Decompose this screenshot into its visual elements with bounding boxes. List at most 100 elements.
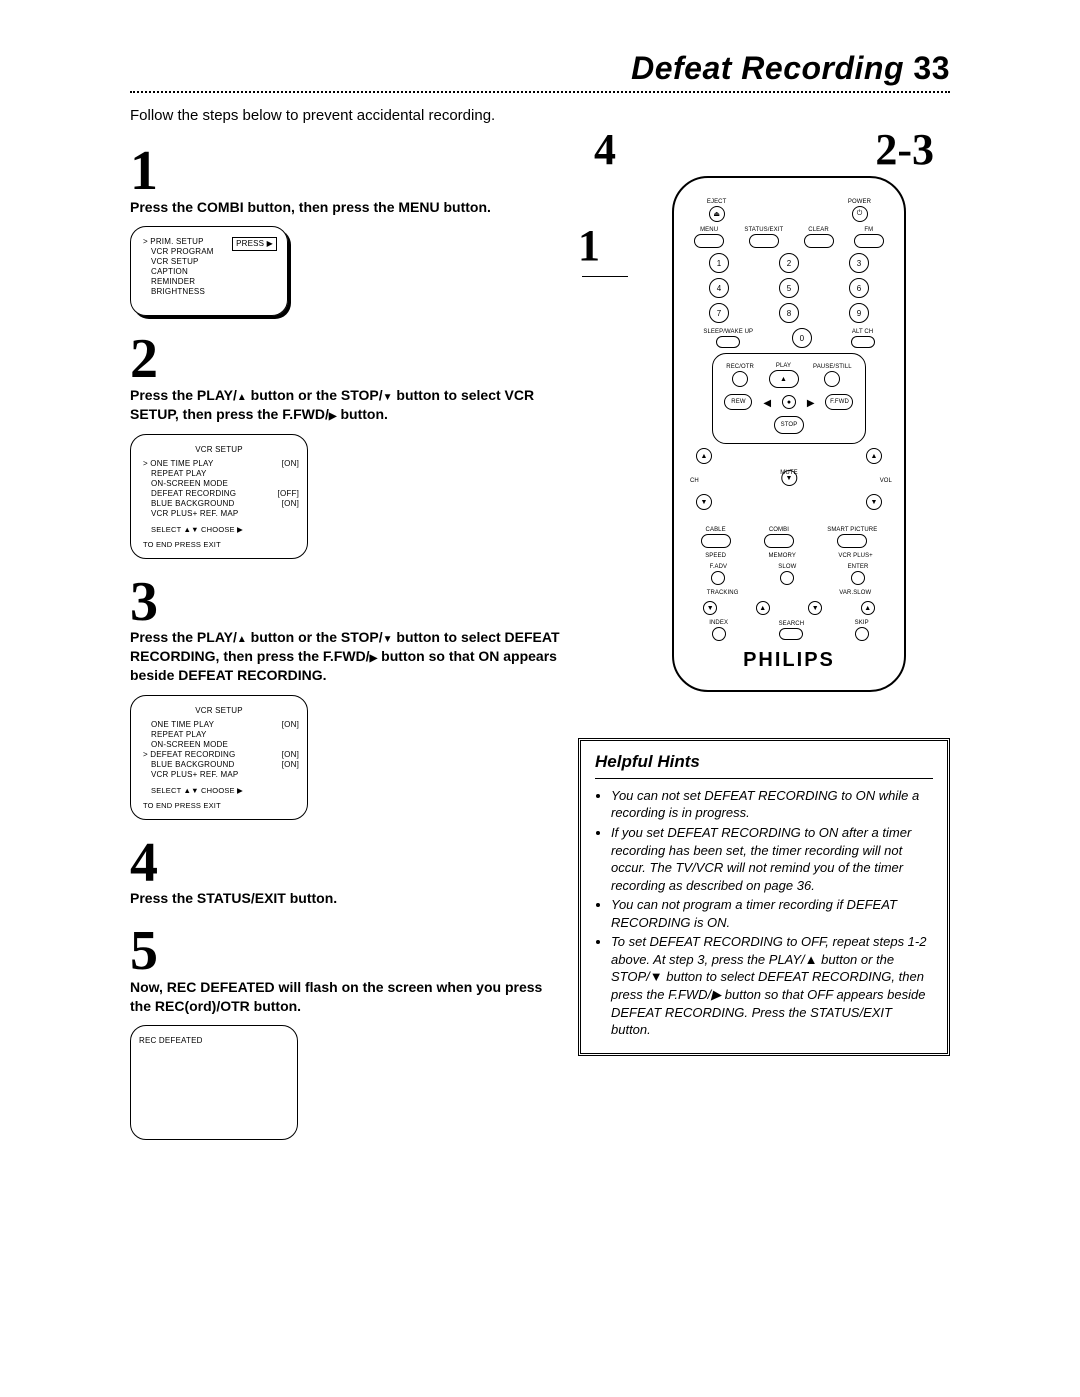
r: ONE TIME PLAY xyxy=(139,720,214,730)
step-2-number: 2 xyxy=(130,336,560,384)
t: Press the PLAY/ xyxy=(130,387,237,403)
power-button[interactable]: ⏻ xyxy=(852,206,868,222)
hint-item: You can not program a timer recording if… xyxy=(611,896,933,931)
r: BLUE BACKGROUND xyxy=(139,499,234,509)
step-2-text: Press the PLAY/ button or the STOP/ butt… xyxy=(130,386,560,424)
tracking-up-button[interactable]: ▲ xyxy=(756,601,770,615)
stop-button[interactable]: STOP xyxy=(774,416,804,434)
step-5-number: 5 xyxy=(130,928,560,976)
r: DEFEAT RECORDING xyxy=(150,750,235,759)
fm-button[interactable] xyxy=(854,234,884,248)
varslow-up-button[interactable]: ▲ xyxy=(861,601,875,615)
index-button[interactable] xyxy=(712,627,726,641)
center-dot: ● xyxy=(782,395,796,409)
header-rule xyxy=(130,91,950,93)
search-button[interactable] xyxy=(779,628,803,640)
callout-row-top: 4 2-3 xyxy=(594,128,934,172)
step-3-number: 3 xyxy=(130,579,560,627)
skip-label: SKIP xyxy=(855,620,869,626)
step-2-screen: VCR SETUP > ONE TIME PLAY[ON] REPEAT PLA… xyxy=(130,434,308,559)
rec-button[interactable] xyxy=(732,371,748,387)
ch-label: CH xyxy=(690,478,699,484)
callout-1: 1 xyxy=(578,224,600,268)
slow-label: SLOW xyxy=(778,564,796,570)
num-9-button[interactable]: 9 xyxy=(849,303,869,323)
num-2-button[interactable]: 2 xyxy=(779,253,799,273)
transport-group: REC/OTR PLAY▲ PAUSE/STILL REW ● F.FWD xyxy=(712,353,866,444)
r: VCR PLUS+ REF. MAP xyxy=(139,509,238,519)
v: [ON] xyxy=(282,750,299,760)
r: VCR PLUS+ REF. MAP xyxy=(139,770,238,780)
menu-button[interactable] xyxy=(694,234,724,248)
enter-label: ENTER xyxy=(848,564,869,570)
v: [ON] xyxy=(282,499,299,509)
r: REPEAT PLAY xyxy=(139,469,207,479)
r: ON-SCREEN MODE xyxy=(139,479,228,489)
num-5-button[interactable]: 5 xyxy=(779,278,799,298)
clear-button[interactable] xyxy=(804,234,834,248)
vol-down-button[interactable]: ▼ xyxy=(866,494,882,510)
page-title: Defeat Recording xyxy=(631,50,904,86)
r: ON-SCREEN MODE xyxy=(139,740,228,750)
num-1-button[interactable]: 1 xyxy=(709,253,729,273)
skip-button[interactable] xyxy=(855,627,869,641)
num-8-button[interactable]: 8 xyxy=(779,303,799,323)
r: ONE TIME PLAY xyxy=(150,459,213,468)
smart-button[interactable] xyxy=(837,534,867,548)
vol-up-button[interactable]: ▲ xyxy=(866,448,882,464)
v: [ON] xyxy=(282,459,299,469)
speed-label: SPEED xyxy=(705,553,726,559)
num-3-button[interactable]: 3 xyxy=(849,253,869,273)
rew-button[interactable]: REW xyxy=(724,394,752,410)
enter-button[interactable] xyxy=(851,571,865,585)
combi-button[interactable] xyxy=(764,534,794,548)
step-1-text: Press the COMBI button, then press the M… xyxy=(130,198,560,217)
step-3-screen: VCR SETUP ONE TIME PLAY[ON] REPEAT PLAY … xyxy=(130,695,308,820)
eject-button[interactable]: ⏏ xyxy=(709,206,725,222)
down-triangle-icon xyxy=(383,629,393,645)
varslow-down-button[interactable]: ▼ xyxy=(808,601,822,615)
r: REPEAT PLAY xyxy=(139,730,207,740)
callout-side: 1 xyxy=(578,174,628,286)
screen-foot: TO END PRESS EXIT xyxy=(139,801,299,810)
tracking-down-button[interactable]: ▼ xyxy=(703,601,717,615)
num-6-button[interactable]: 6 xyxy=(849,278,869,298)
cable-button[interactable] xyxy=(701,534,731,548)
sleep-button[interactable] xyxy=(716,336,740,348)
ch-up-button[interactable]: ▲ xyxy=(696,448,712,464)
intro-text: Follow the steps below to prevent accide… xyxy=(130,107,950,124)
step-5-text: Now, REC DEFEATED will flash on the scre… xyxy=(130,978,560,1016)
num-7-button[interactable]: 7 xyxy=(709,303,729,323)
step-4-text: Press the STATUS/EXIT button. xyxy=(130,889,560,908)
ch-down-button[interactable]: ▼ xyxy=(696,494,712,510)
hint-item: To set DEFEAT RECORDING to OFF, repeat s… xyxy=(611,933,933,1038)
hints-list: You can not set DEFEAT RECORDING to ON w… xyxy=(595,787,933,1039)
ffwd-label: F.FWD xyxy=(830,399,849,405)
altch-button[interactable] xyxy=(851,336,875,348)
combi-label: COMBI xyxy=(769,527,789,533)
v: [OFF] xyxy=(278,489,299,499)
leader-line-icon xyxy=(582,276,628,277)
smart-label: SMART PICTURE xyxy=(827,527,877,533)
screen-title: VCR SETUP xyxy=(139,445,299,455)
search-label: SEARCH xyxy=(779,621,805,627)
status-exit-button[interactable] xyxy=(749,234,779,248)
ffwd-button[interactable]: F.FWD xyxy=(825,394,853,410)
helpful-hints-box: Helpful Hints You can not set DEFEAT REC… xyxy=(578,738,950,1056)
page-header: Defeat Recording 33 xyxy=(130,50,950,91)
slow-button[interactable] xyxy=(780,571,794,585)
mute-button[interactable]: ▼ xyxy=(781,470,797,486)
play-label: PLAY xyxy=(776,363,791,369)
pause-button[interactable] xyxy=(824,371,840,387)
up-triangle-icon xyxy=(237,387,247,403)
status-label: STATUS/EXIT xyxy=(744,227,783,233)
num-0-button[interactable]: 0 xyxy=(792,328,812,348)
play-button[interactable]: ▲ xyxy=(769,370,799,388)
altch-label: ALT CH xyxy=(852,329,873,335)
t: Press the PLAY/ xyxy=(130,629,237,645)
vcrplus-label: VCR PLUS+ xyxy=(838,553,872,559)
clear-label: CLEAR xyxy=(808,227,829,233)
fadv-button[interactable] xyxy=(711,571,725,585)
brand-logo: PHILIPS xyxy=(684,649,894,672)
num-4-button[interactable]: 4 xyxy=(709,278,729,298)
